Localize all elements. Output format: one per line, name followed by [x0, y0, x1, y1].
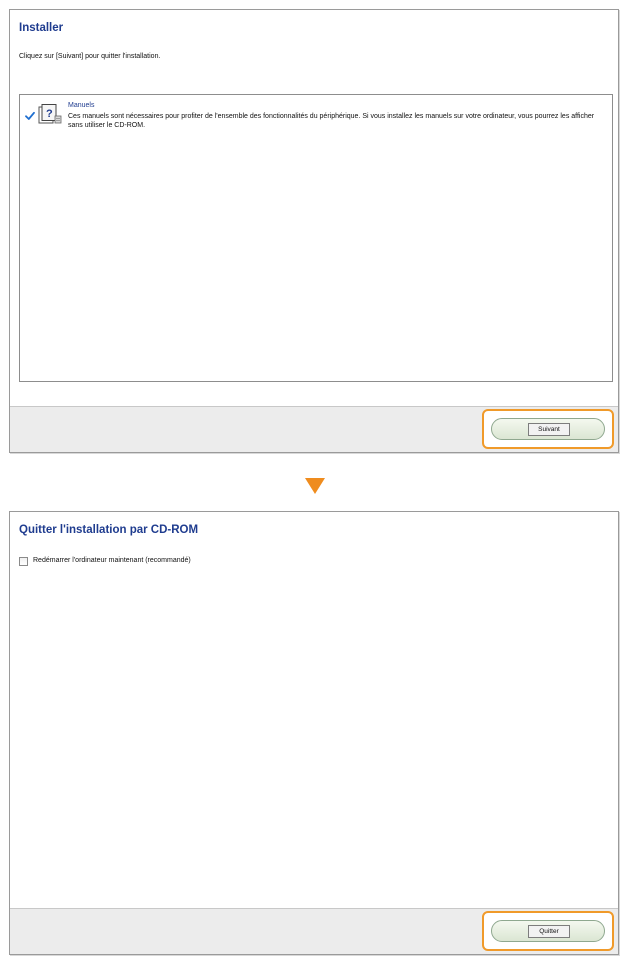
installer-dialog-body: Installer Cliquez sur [Suivant] pour qui… — [10, 10, 618, 408]
installer-instruction: Cliquez sur [Suivant] pour quitter l'ins… — [19, 53, 161, 60]
restart-checkbox[interactable] — [19, 557, 28, 566]
component-list: ? Manuels Ces manuels sont nécessaires p… — [19, 94, 613, 382]
quit-dialog-body: Quitter l'installation par CD-ROM Redéma… — [10, 512, 618, 910]
quit-title: Quitter l'installation par CD-ROM — [19, 524, 199, 536]
quit-button-label: Quitter — [528, 925, 570, 938]
checkmark-icon — [25, 108, 35, 120]
next-button[interactable]: Suivant — [491, 418, 605, 440]
next-button-highlight: Suivant — [482, 409, 614, 449]
next-button-label: Suivant — [528, 423, 570, 436]
quit-button-highlight: Quitter — [482, 911, 614, 951]
list-item-manuels[interactable]: ? Manuels Ces manuels sont nécessaires p… — [25, 102, 606, 136]
installer-dialog: Installer Cliquez sur [Suivant] pour qui… — [9, 9, 619, 453]
installer-footer: Suivant — [10, 406, 618, 452]
quit-dialog: Quitter l'installation par CD-ROM Redéma… — [9, 511, 619, 955]
quit-footer: Quitter — [10, 908, 618, 954]
svg-text:?: ? — [46, 108, 53, 120]
restart-label: Redémarrer l'ordinateur maintenant (reco… — [33, 557, 191, 564]
arrow-down-icon — [305, 478, 325, 494]
installer-title: Installer — [19, 22, 64, 34]
help-book-icon: ? — [38, 103, 62, 125]
quit-button[interactable]: Quitter — [491, 920, 605, 942]
item-name: Manuels — [68, 102, 95, 109]
item-description: Ces manuels sont nécessaires pour profit… — [68, 113, 595, 129]
